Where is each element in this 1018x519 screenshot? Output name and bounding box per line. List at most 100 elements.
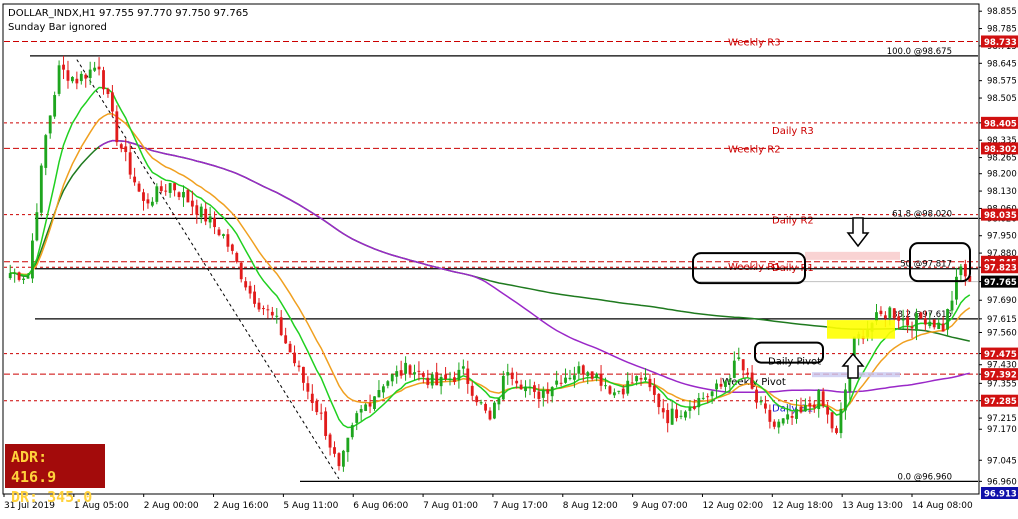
candle-body bbox=[795, 409, 798, 419]
candle-body bbox=[541, 390, 545, 398]
candle-body bbox=[879, 310, 883, 314]
candle-body bbox=[519, 384, 523, 390]
candle-body bbox=[799, 406, 803, 413]
candle-body bbox=[755, 389, 758, 403]
price-tag: 97.823 bbox=[984, 264, 1017, 274]
price-chart[interactable]: DOLLAR_INDX,H1 97.755 97.770 97.750 97.7… bbox=[0, 0, 1018, 515]
candle-body bbox=[31, 240, 34, 279]
candle-body bbox=[439, 376, 443, 387]
candle-body bbox=[741, 359, 745, 371]
candle-body bbox=[661, 408, 665, 413]
low-price-tag: 96.913 bbox=[984, 490, 1017, 500]
candle-body bbox=[22, 278, 25, 280]
candle-body bbox=[408, 365, 412, 375]
candle-body bbox=[364, 404, 368, 411]
candle-body bbox=[93, 67, 97, 71]
candle-body bbox=[115, 111, 119, 143]
candle-body bbox=[790, 415, 794, 418]
candle-body bbox=[764, 403, 767, 409]
candle-body bbox=[550, 387, 554, 397]
price-tick-label: 98.130 bbox=[987, 187, 1017, 197]
candle-body bbox=[599, 373, 603, 386]
price-tick-label: 97.560 bbox=[987, 328, 1017, 338]
candle-body bbox=[786, 414, 790, 420]
candle-body bbox=[595, 373, 599, 379]
support-zone-highlight bbox=[827, 320, 895, 339]
candle-body bbox=[497, 398, 501, 405]
chart-root: DOLLAR_INDX,H1 97.755 97.770 97.750 97.7… bbox=[0, 0, 1018, 515]
candle-body bbox=[57, 65, 61, 94]
fib-level-label: 61.8 @98.020 bbox=[892, 209, 952, 219]
candle-body bbox=[377, 390, 381, 398]
time-tick-label: 6 Aug 06:00 bbox=[353, 501, 408, 511]
candle-body bbox=[688, 407, 692, 411]
candle-body bbox=[435, 372, 439, 386]
candle-body bbox=[644, 377, 647, 380]
pivot-level-label: Weekly R2 bbox=[728, 144, 781, 155]
candle-body bbox=[186, 190, 190, 203]
candle-body bbox=[937, 322, 941, 329]
candle-body bbox=[812, 404, 816, 408]
candle-body bbox=[293, 352, 296, 364]
candle-body bbox=[155, 186, 159, 202]
price-tick-label: 98.645 bbox=[987, 59, 1017, 69]
price-tick-label: 98.200 bbox=[987, 170, 1017, 180]
candle-body bbox=[88, 69, 92, 78]
price-tick-label: 97.045 bbox=[987, 456, 1017, 466]
candle-body bbox=[381, 386, 385, 393]
candle-body bbox=[875, 312, 878, 322]
time-tick-label: 2 Aug 16:00 bbox=[214, 501, 269, 511]
candle-body bbox=[750, 372, 754, 389]
price-tick-label: 98.855 bbox=[987, 7, 1017, 17]
candle-body bbox=[501, 375, 505, 400]
candle-body bbox=[826, 406, 830, 415]
candle-body bbox=[586, 372, 590, 376]
price-tick-label: 97.215 bbox=[987, 414, 1017, 424]
candle-body bbox=[470, 385, 474, 396]
price-tag: 98.733 bbox=[984, 38, 1017, 48]
candle-body bbox=[732, 360, 736, 378]
pivot-level-label: Weekly Pivot bbox=[722, 377, 786, 388]
candle-body bbox=[670, 408, 674, 425]
time-tick-label: 12 Aug 18:00 bbox=[772, 501, 833, 511]
candle-body bbox=[35, 212, 39, 241]
candle-body bbox=[679, 415, 683, 417]
candle-body bbox=[8, 273, 12, 279]
price-tick-label: 97.355 bbox=[987, 379, 1017, 389]
candle-body bbox=[159, 186, 163, 192]
price-tick-label: 96.960 bbox=[987, 477, 1017, 487]
symbol-header: DOLLAR_INDX,H1 97.755 97.770 97.750 97.7… bbox=[8, 8, 248, 19]
candle-body bbox=[270, 311, 274, 316]
candle-body bbox=[421, 373, 425, 377]
candle-body bbox=[257, 302, 261, 310]
candle-body bbox=[604, 385, 607, 387]
candle-body bbox=[75, 78, 79, 84]
candle-body bbox=[612, 392, 616, 396]
dr-value: DR: 345.0 bbox=[11, 488, 93, 506]
adr-panel: ADR: 416.9 DR: 345.0 bbox=[5, 444, 105, 506]
candle-body bbox=[404, 362, 408, 374]
candle-body bbox=[173, 183, 177, 191]
time-tick-label: 14 Aug 08:00 bbox=[912, 501, 973, 511]
candle-body bbox=[706, 396, 710, 398]
pivot-level-label: Daily R3 bbox=[772, 126, 814, 137]
candle-body bbox=[190, 200, 194, 207]
candle-body bbox=[337, 453, 341, 467]
candle-body bbox=[62, 64, 65, 70]
candle-body bbox=[288, 343, 292, 353]
candle-body bbox=[13, 272, 17, 274]
price-tag: 97.392 bbox=[984, 371, 1017, 381]
candle-body bbox=[106, 88, 110, 94]
candle-body bbox=[901, 319, 905, 321]
time-tick-label: 7 Aug 17:00 bbox=[493, 501, 548, 511]
candle-body bbox=[648, 378, 652, 388]
candle-body bbox=[835, 428, 838, 433]
candle-body bbox=[923, 318, 927, 325]
candle-body bbox=[564, 377, 567, 383]
candle-body bbox=[919, 312, 923, 319]
candle-body bbox=[373, 396, 376, 409]
candle-body bbox=[528, 387, 532, 389]
candle-body bbox=[719, 383, 723, 387]
candle-body bbox=[728, 379, 732, 382]
candle-body bbox=[821, 391, 825, 407]
